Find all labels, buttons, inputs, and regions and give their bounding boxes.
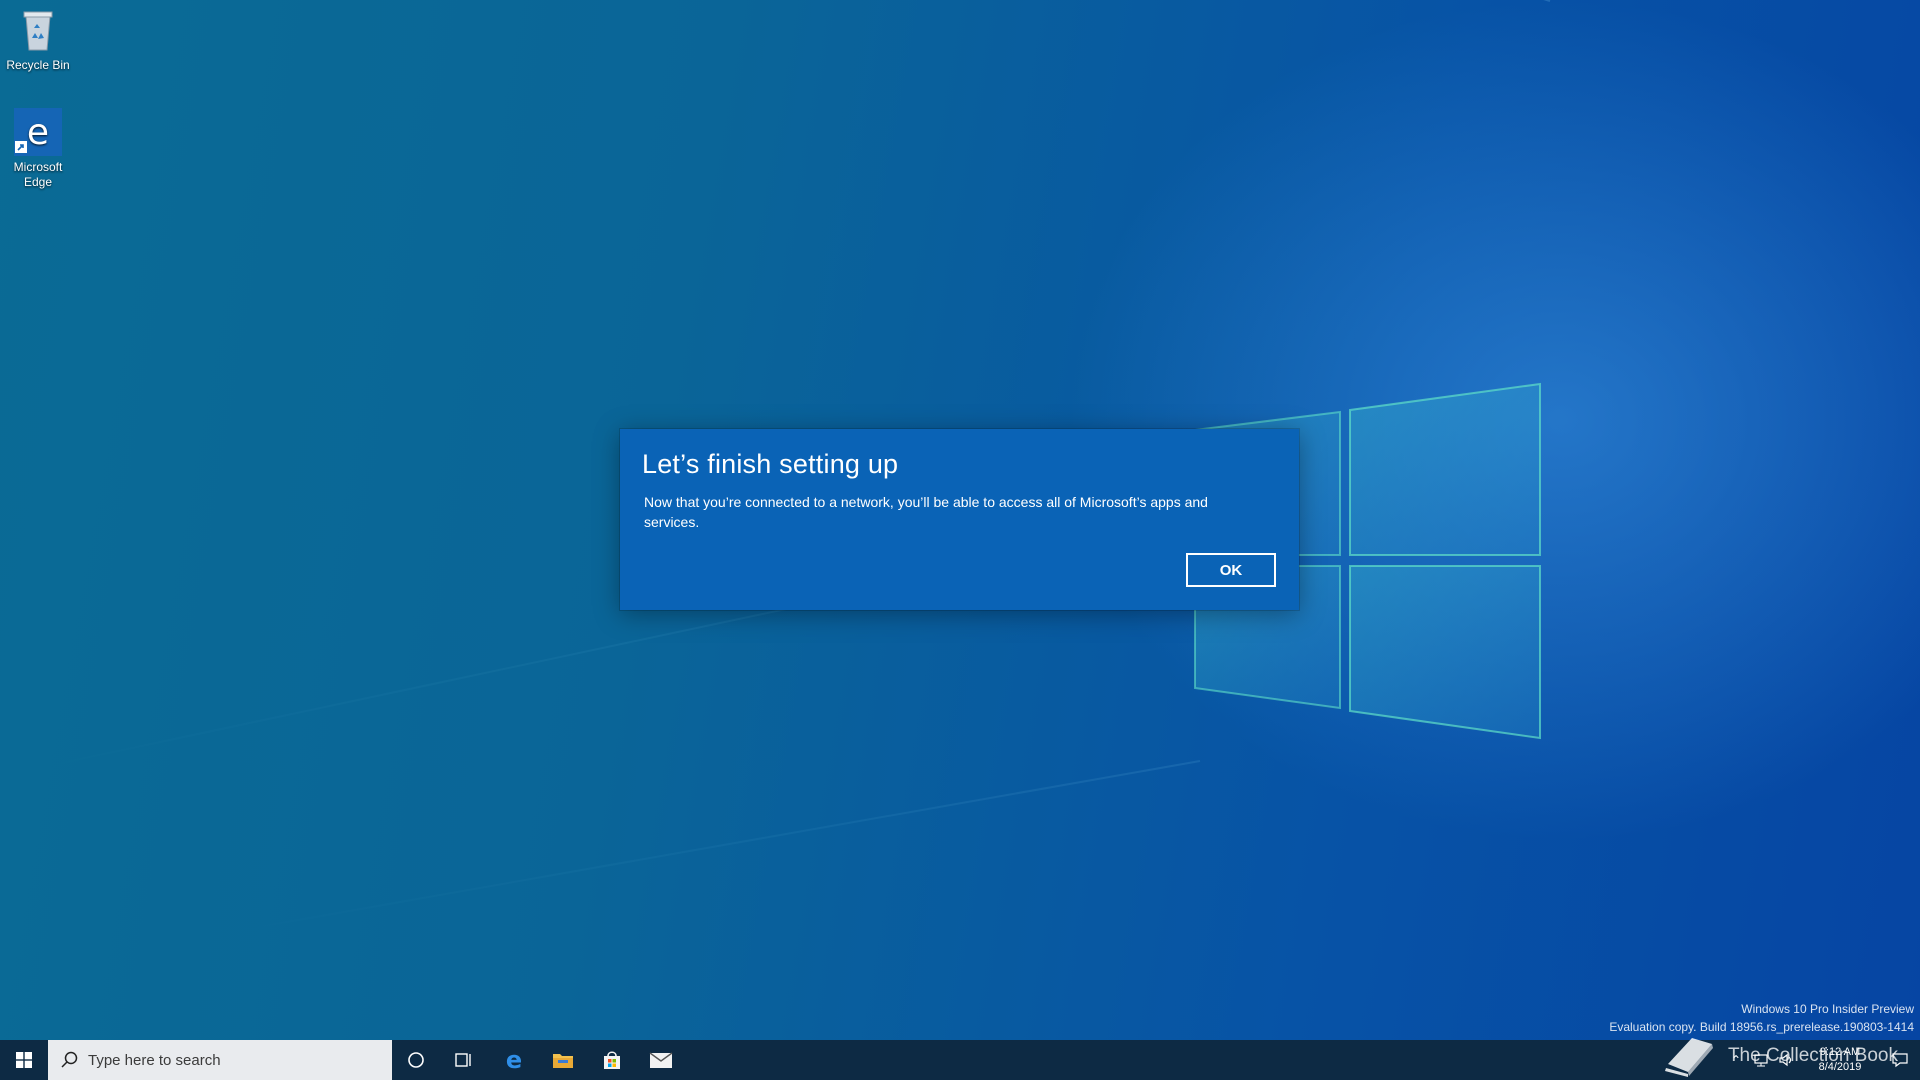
dialog-message: Now that you’re connected to a network, … (644, 494, 1208, 530)
action-center-button[interactable] (1880, 1040, 1920, 1080)
svg-text:e: e (506, 1048, 522, 1072)
taskbar-store[interactable] (588, 1040, 636, 1080)
light-ray (215, 760, 1201, 936)
task-view-icon (455, 1053, 471, 1067)
taskbar-file-explorer[interactable] (539, 1040, 587, 1080)
windows-start-icon (16, 1052, 32, 1068)
store-icon (604, 1051, 620, 1069)
taskbar: e ⌃ 9:12 AM (0, 1040, 1920, 1080)
recycle-bin-icon (14, 6, 62, 54)
edge-icon: e (506, 1048, 522, 1072)
setup-dialog: Let’s finish setting up Now that you’re … (620, 429, 1299, 610)
ok-button[interactable]: OK (1186, 553, 1276, 587)
search-icon (61, 1051, 78, 1068)
cortana-icon (408, 1052, 424, 1068)
taskbar-mail[interactable] (637, 1040, 685, 1080)
taskbar-search[interactable] (48, 1040, 392, 1080)
notification-icon (1892, 1053, 1908, 1068)
desktop-icon-recycle-bin[interactable]: Recycle Bin (0, 6, 76, 73)
desktop-icon-label: Recycle Bin (6, 58, 70, 72)
light-ray (210, 0, 1551, 2)
search-input[interactable] (88, 1045, 368, 1075)
taskbar-edge[interactable]: e (490, 1040, 538, 1080)
clock-time: 9:12 AM (1819, 1046, 1861, 1058)
svg-text:e: e (27, 112, 49, 153)
edge-icon: e (14, 108, 62, 156)
volume-icon[interactable] (1774, 1040, 1800, 1080)
clock[interactable]: 9:12 AM 8/4/2019 (1800, 1045, 1880, 1075)
build-watermark: Windows 10 Pro Insider Preview Evaluatio… (1609, 1000, 1914, 1036)
task-view-button[interactable] (440, 1040, 488, 1080)
dialog-title: Let’s finish setting up (642, 449, 899, 479)
watermark-edition: Windows 10 Pro Insider Preview (1741, 1002, 1914, 1016)
network-icon[interactable] (1748, 1040, 1774, 1080)
desktop-icon-label: Microsoft Edge (13, 160, 63, 189)
desktop-icon-microsoft-edge[interactable]: e Microsoft Edge (0, 108, 76, 190)
start-button[interactable] (0, 1040, 48, 1080)
system-tray: ⌃ 9:12 AM 8/4/2019 (1724, 1040, 1920, 1080)
clock-date: 8/4/2019 (1818, 1061, 1862, 1073)
tray-chevron-icon[interactable]: ⌃ (1724, 1040, 1748, 1080)
watermark-build: Evaluation copy. Build 18956.rs_prerelea… (1609, 1020, 1914, 1034)
desktop: Recycle Bin e Microsoft Edge Let’s finis… (0, 0, 1920, 1040)
cortana-button[interactable] (392, 1040, 440, 1080)
file-explorer-icon (553, 1054, 573, 1068)
mail-icon (649, 1052, 673, 1068)
